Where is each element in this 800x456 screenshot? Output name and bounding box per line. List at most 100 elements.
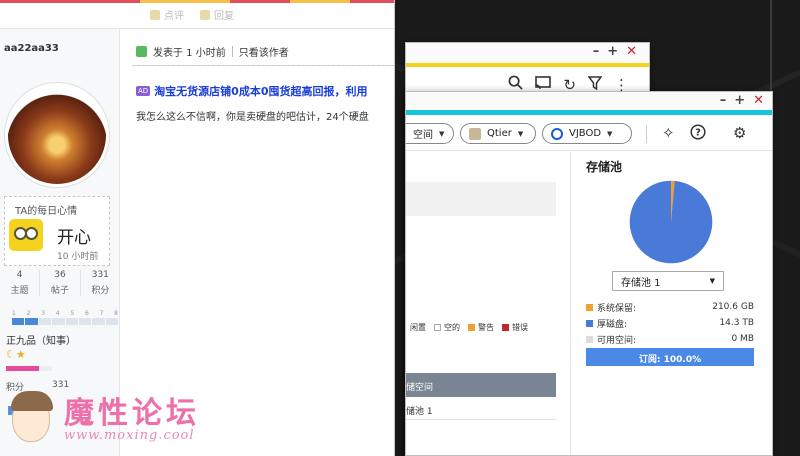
pool-pie-chart <box>629 180 713 264</box>
stat-label: 积分 <box>91 286 110 296</box>
storage-left-pane: 闲置 空的 警告 错误 储空间 储池 1 <box>406 152 571 455</box>
level-number: 7 <box>99 310 104 317</box>
stat-label: 主题 <box>10 286 29 296</box>
vjbod-dropdown[interactable]: VJBOD ▼ <box>542 123 632 144</box>
legend-swatch <box>502 324 509 331</box>
chevron-down-icon: ▼ <box>709 277 715 285</box>
watermark-title: 魔性论坛 <box>64 396 200 431</box>
happy-face-icon <box>9 219 43 251</box>
vjbod-label: VJBOD <box>569 128 602 139</box>
storage-window[interactable]: – + ✕ 空间 ▼ Qtier ▼ VJBOD ▼ ✧ ? ⚙ 闲置 空的 警… <box>405 91 773 456</box>
table-row[interactable]: 储池 1 <box>406 398 556 420</box>
pool-select-value: 存储池 1 <box>621 277 661 289</box>
stat-posts[interactable]: 36 帖子 <box>40 270 81 296</box>
help-icon[interactable]: ? <box>690 124 706 144</box>
maximize-button[interactable]: + <box>734 93 745 108</box>
comment-link[interactable]: 点评 <box>150 7 184 22</box>
usage-swatch <box>586 319 593 327</box>
user-rank: 正九品（知事） <box>6 336 76 347</box>
legend-label: 闲置 <box>410 323 426 332</box>
mood-time: 10 小时前 <box>57 252 99 262</box>
usage-swatch <box>586 335 593 343</box>
usage-row-thick: 厚磁盘: 14.3 TB <box>586 315 754 331</box>
vjbod-icon <box>551 127 563 140</box>
back-window-controls: – + ✕ <box>593 44 637 59</box>
usage-value: 14.3 TB <box>719 318 754 328</box>
legend-label: 错误 <box>512 323 528 332</box>
storage-pool-pane: 存储池 存储池 1 ▼ 系统保留: 210.6 GB 厚磁盘: 14.3 TB … <box>572 152 772 455</box>
chevron-down-icon: ▼ <box>439 129 445 138</box>
reply-link[interactable]: 回复 <box>200 7 234 22</box>
minimize-button[interactable]: – <box>593 44 600 59</box>
daily-mood-box: TA的每日心情 开心 10 小时前 <box>4 196 110 266</box>
qtier-dropdown[interactable]: Qtier ▼ <box>460 123 536 144</box>
toolbar-divider <box>646 125 647 143</box>
legend-label: 空的 <box>444 323 460 332</box>
storage-space-dropdown[interactable]: 空间 ▼ <box>406 123 454 144</box>
usage-row-free: 可用空间: 0 MB <box>586 331 754 347</box>
storage-toolbar: 空间 ▼ Qtier ▼ VJBOD ▼ ✧ ? ⚙ <box>406 115 772 151</box>
previous-post-actions: 点评 回复 <box>150 7 234 22</box>
reply-icon <box>200 9 210 20</box>
legend-swatch <box>468 324 475 331</box>
storage-window-titlebar[interactable]: – + ✕ <box>406 92 772 110</box>
back-window-titlebar[interactable]: – + ✕ <box>406 43 649 63</box>
forum-page: 点评 回复 aa22aa33 TA的每日心情 开心 10 小时前 4 主题 36… <box>0 0 395 456</box>
subscription-bar: 订阅: 100.0% <box>586 348 754 366</box>
back-window-accent <box>406 63 649 67</box>
mascot-icon <box>11 391 53 442</box>
legend-label: 警告 <box>478 323 494 332</box>
usage-swatch <box>586 303 593 311</box>
storage-window-controls: – + ✕ <box>720 93 764 108</box>
post-icon <box>136 46 147 57</box>
stat-value: 36 <box>54 270 66 280</box>
level-number: 2 <box>26 310 31 317</box>
top-accent-segment <box>290 0 350 3</box>
author-username[interactable]: aa22aa33 <box>4 43 59 54</box>
legend-empty: 空的 <box>434 322 460 333</box>
author-only-link[interactable]: 只看该作者 <box>239 44 289 59</box>
author-stats: 4 主题 36 帖子 331 积分 <box>0 270 120 296</box>
usage-row-reserved: 系统保留: 210.6 GB <box>586 299 754 315</box>
post-time: 发表于 1 小时前 <box>153 48 226 59</box>
storage-table-header[interactable]: 储空间 <box>406 373 556 397</box>
avatar[interactable] <box>5 83 109 187</box>
close-button[interactable]: ✕ <box>626 44 637 59</box>
ad-title-link[interactable]: 淘宝无货源店铺0成本0囤货超高回报，利用 <box>154 83 367 99</box>
pool-title: 存储池 <box>586 160 623 174</box>
ad-badge: AD <box>136 86 151 96</box>
level-number: 1 <box>12 310 16 317</box>
storage-space-label: 空间 <box>413 130 433 141</box>
post-separator <box>132 65 394 66</box>
legend-error: 错误 <box>502 322 528 333</box>
legend-warning: 警告 <box>468 322 494 333</box>
gear-icon[interactable]: ⚙ <box>733 124 746 142</box>
close-button[interactable]: ✕ <box>753 93 764 108</box>
usage-label: 可用空间: <box>597 335 637 346</box>
chevron-down-icon: ▼ <box>607 129 613 138</box>
maximize-button[interactable]: + <box>607 44 618 59</box>
summary-block <box>406 182 556 216</box>
post-ad-title[interactable]: AD 淘宝无货源店铺0成本0囤货超高回报，利用 <box>136 83 368 99</box>
pool-select[interactable]: 存储池 1 ▼ <box>612 271 724 291</box>
post-meta: 发表于 1 小时前 只看该作者 <box>136 44 289 59</box>
stat-credits[interactable]: 331 积分 <box>81 270 120 296</box>
usage-value: 0 MB <box>731 334 754 344</box>
rank-stars-icon: ☾★ <box>6 348 26 361</box>
legend-swatch <box>434 324 441 331</box>
legend-idle: 闲置 <box>410 322 426 333</box>
post-body: 我怎么这么不信啊，你是卖硬盘的吧估计，24个硬盘 <box>136 112 369 123</box>
meta-separator <box>231 46 233 57</box>
top-accent-segment <box>140 0 230 3</box>
level-number: 6 <box>84 310 89 317</box>
stat-topics[interactable]: 4 主题 <box>0 270 41 296</box>
usage-label: 厚磁盘: <box>597 319 628 330</box>
magic-wand-icon[interactable]: ✧ <box>662 124 675 142</box>
pool-usage-list: 系统保留: 210.6 GB 厚磁盘: 14.3 TB 可用空间: 0 MB <box>586 299 754 347</box>
svg-text:?: ? <box>695 128 701 139</box>
status-legend: 闲置 空的 警告 错误 <box>410 322 528 333</box>
qtier-label: Qtier <box>487 128 512 139</box>
level-number: 4 <box>55 310 60 317</box>
minimize-button[interactable]: – <box>720 93 727 108</box>
level-number: 5 <box>70 310 75 317</box>
